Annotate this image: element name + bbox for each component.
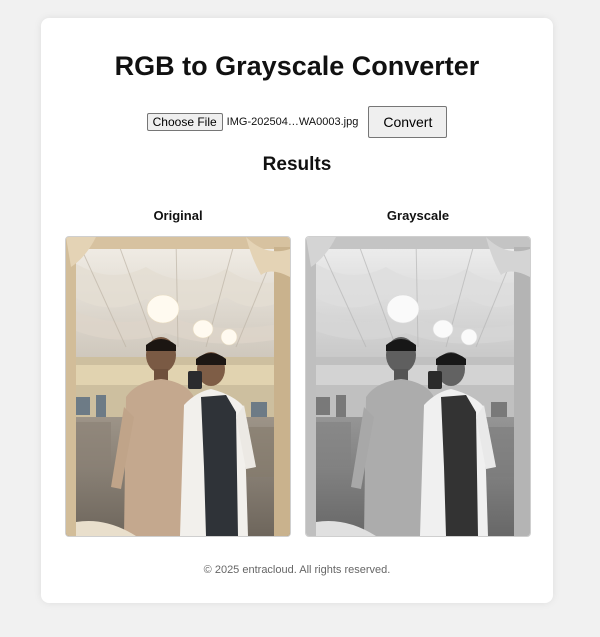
grayscale-image	[305, 236, 531, 537]
footer-copyright: © 2025 entracloud. All rights reserved.	[203, 564, 391, 576]
selected-file-name: IMG-202504…WA0003.jpg	[226, 116, 359, 128]
converter-card: RGB to Grayscale Converter Choose File I…	[41, 18, 553, 603]
grayscale-panel: Grayscale	[305, 208, 531, 537]
original-panel: Original	[65, 208, 291, 537]
grayscale-label: Grayscale	[386, 208, 450, 223]
page-title: RGB to Grayscale Converter	[114, 51, 480, 81]
original-label: Original	[153, 208, 203, 223]
file-input[interactable]: Choose File IMG-202504…WA0003.jpg	[146, 113, 359, 131]
results-heading: Results	[262, 154, 332, 175]
convert-button[interactable]: Convert	[368, 106, 448, 138]
original-image	[65, 236, 291, 537]
choose-file-button[interactable]: Choose File	[146, 113, 223, 131]
upload-row: Choose File IMG-202504…WA0003.jpg Conver…	[41, 106, 553, 138]
